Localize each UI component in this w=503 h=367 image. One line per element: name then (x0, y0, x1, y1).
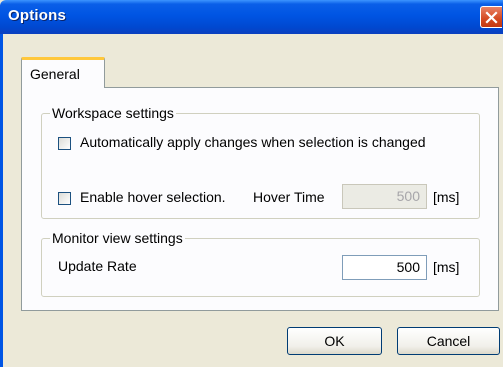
hover-selection-label[interactable]: Enable hover selection. (80, 189, 226, 205)
hover-selection-checkbox[interactable] (58, 192, 71, 205)
close-icon (485, 11, 498, 24)
window-border-left (0, 34, 3, 367)
monitor-view-settings-group: Monitor view settings Update Rate 500 [m… (41, 230, 480, 297)
title-bar[interactable]: Options (0, 0, 503, 34)
update-rate-unit: [ms] (433, 259, 460, 275)
update-rate-input[interactable]: 500 (342, 255, 427, 280)
close-button[interactable] (480, 6, 502, 28)
hover-time-unit: [ms] (433, 189, 460, 205)
hover-time-label: Hover Time (253, 189, 325, 205)
hover-time-input[interactable]: 500 (342, 184, 427, 209)
window-title: Options (8, 7, 67, 24)
tab-general[interactable]: General (21, 57, 105, 88)
monitor-view-settings-title: Monitor view settings (50, 230, 185, 246)
auto-apply-checkbox[interactable] (58, 137, 71, 150)
update-rate-label: Update Rate (58, 258, 137, 274)
workspace-settings-group: Workspace settings Automatically apply c… (41, 105, 480, 219)
tab-general-label: General (30, 66, 80, 82)
cancel-button[interactable]: Cancel (397, 327, 500, 355)
auto-apply-label[interactable]: Automatically apply changes when selecti… (80, 134, 426, 150)
options-dialog: Options General Workspace settings Autom… (0, 0, 503, 367)
workspace-settings-title: Workspace settings (50, 105, 176, 121)
tab-panel-general: Workspace settings Automatically apply c… (21, 87, 499, 311)
ok-button[interactable]: OK (287, 327, 382, 355)
